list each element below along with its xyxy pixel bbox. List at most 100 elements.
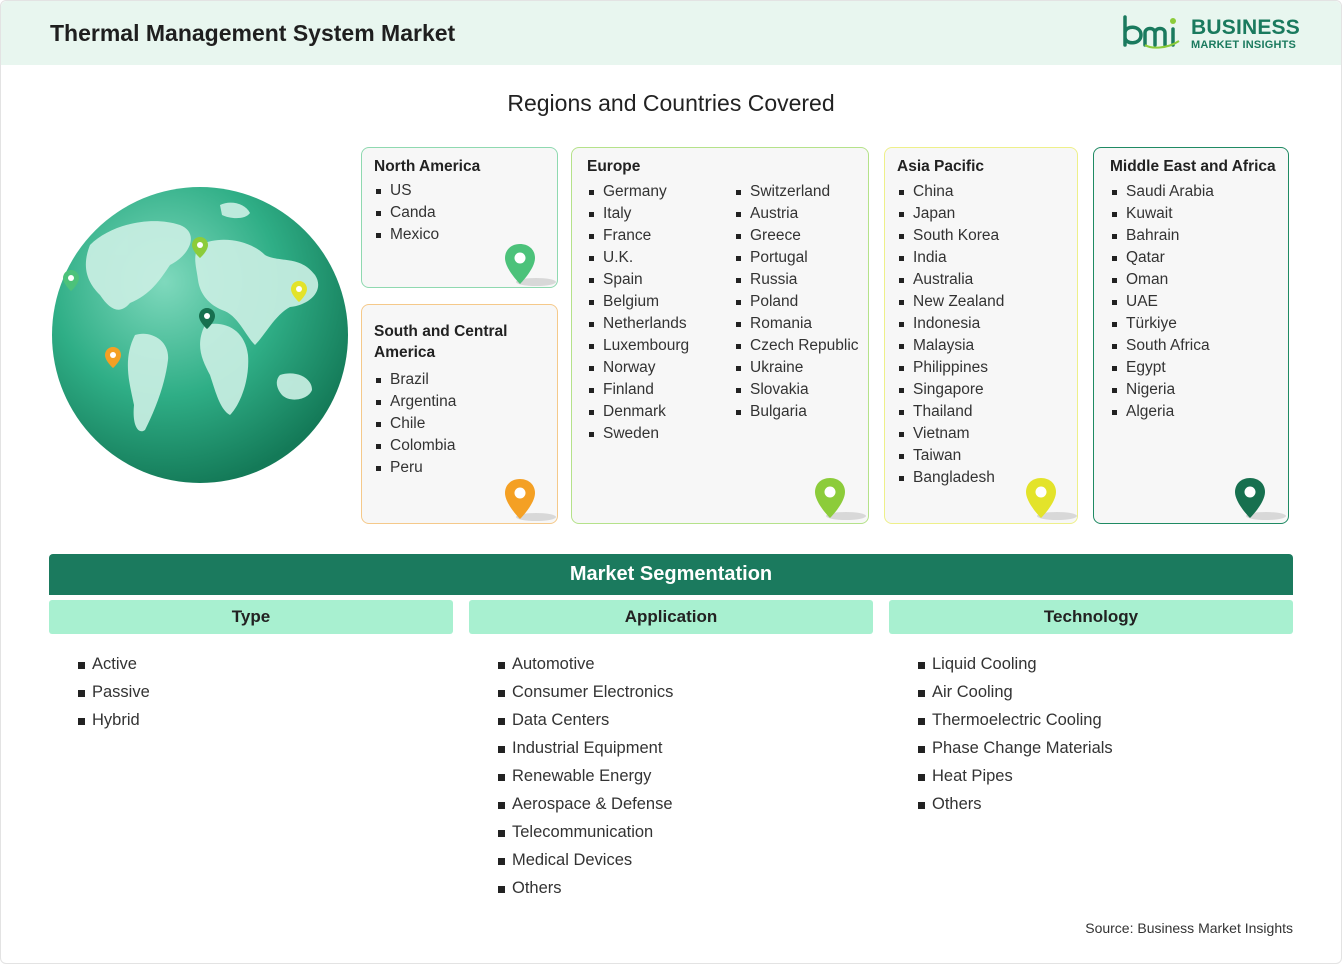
list-item: China — [897, 181, 1004, 203]
list-item: South Africa — [1110, 335, 1214, 357]
list-item: Singapore — [897, 379, 1004, 401]
list-item: Chile — [374, 413, 456, 435]
list-item: Ukraine — [734, 357, 859, 379]
list-item: Switzerland — [734, 181, 859, 203]
list-item: Air Cooling — [918, 678, 1113, 706]
list-item: Aerospace & Defense — [498, 790, 673, 818]
list-item: Industrial Equipment — [498, 734, 673, 762]
list-item: Philippines — [897, 357, 1004, 379]
list-item: Algeria — [1110, 401, 1214, 423]
list-item: India — [897, 247, 1004, 269]
segment-list-technology: Liquid Cooling Air Cooling Thermoelectric … — [918, 650, 1113, 818]
region-card-europe: Europe Germany Italy France U.K. Spain Belgiu… — [571, 147, 869, 524]
list-item: Malaysia — [897, 335, 1004, 357]
list-item: Heat Pipes — [918, 762, 1113, 790]
list-item: Liquid Cooling — [918, 650, 1113, 678]
list-item: U.K. — [587, 247, 689, 269]
country-list: Saudi Arabia Kuwait Bahrain Qatar Oman UAE Tür… — [1110, 181, 1214, 423]
list-item: Qatar — [1110, 247, 1214, 269]
list-item: Netherlands — [587, 313, 689, 335]
list-item: Bulgaria — [734, 401, 859, 423]
list-item: Thailand — [897, 401, 1004, 423]
list-item: Thermoelectric Cooling — [918, 706, 1113, 734]
list-item: Czech Republic — [734, 335, 859, 357]
list-item: Colombia — [374, 435, 456, 457]
list-item: Greece — [734, 225, 859, 247]
list-item: Peru — [374, 457, 456, 479]
list-item: Others — [918, 790, 1113, 818]
logo-text-business: BUSINESS — [1191, 16, 1300, 39]
list-item: Mexico — [374, 224, 439, 246]
segment-list-application: Automotive Consumer Electronics Data Cente… — [498, 650, 673, 902]
list-item: Japan — [897, 203, 1004, 225]
list-item: Russia — [734, 269, 859, 291]
list-item: Slovakia — [734, 379, 859, 401]
list-item: Medical Devices — [498, 846, 673, 874]
list-item: Saudi Arabia — [1110, 181, 1214, 203]
list-item: UAE — [1110, 291, 1214, 313]
list-item: Indonesia — [897, 313, 1004, 335]
region-card-middle-east-africa: Middle East and Africa Saudi Arabia Kuwai… — [1093, 147, 1289, 524]
list-item: Bangladesh — [897, 467, 1004, 489]
list-item: South Korea — [897, 225, 1004, 247]
list-item: Brazil — [374, 369, 456, 391]
list-item: Phase Change Materials — [918, 734, 1113, 762]
region-title: Europe — [587, 158, 641, 175]
regions-title: Regions and Countries Covered — [507, 90, 835, 116]
list-item: Canda — [374, 202, 439, 224]
map-pin-icon — [815, 478, 866, 520]
list-item: Poland — [734, 291, 859, 313]
country-list: China Japan South Korea India Australia New Z… — [897, 181, 1004, 489]
list-item: Others — [498, 874, 673, 902]
country-list-col2: Switzerland Austria Greece Portugal Russia Po… — [734, 181, 859, 423]
list-item: Australia — [897, 269, 1004, 291]
bmi-logo: BUSINESS MARKET INSIGHTS — [1121, 15, 1301, 55]
list-item: Türkiye — [1110, 313, 1214, 335]
list-item: Telecommunication — [498, 818, 673, 846]
list-item: Argentina — [374, 391, 456, 413]
header-bar: Thermal Management System Market BUSINES… — [1, 1, 1341, 65]
page-title: Thermal Management System Market — [50, 20, 456, 46]
list-item: Sweden — [587, 423, 689, 445]
list-item: US — [374, 180, 439, 202]
source-note: Source: Business Market Insights — [1085, 920, 1293, 936]
region-title: Asia Pacific — [897, 158, 985, 175]
list-item: Taiwan — [897, 445, 1004, 467]
list-item: Passive — [78, 678, 150, 706]
list-item: Finland — [587, 379, 689, 401]
logo-text-market-insights: MARKET INSIGHTS — [1191, 39, 1297, 51]
segmentation-title-bar: Market Segmentation — [49, 554, 1293, 595]
list-item: France — [587, 225, 689, 247]
globe-illustration — [52, 187, 348, 483]
list-item: Luxembourg — [587, 335, 689, 357]
list-item: Nigeria — [1110, 379, 1214, 401]
list-item: Romania — [734, 313, 859, 335]
list-item: Norway — [587, 357, 689, 379]
bmi-logo-icon — [1123, 15, 1180, 49]
list-item: Automotive — [498, 650, 673, 678]
country-list: Brazil Argentina Chile Colombia Peru — [374, 369, 456, 479]
list-item: Renewable Energy — [498, 762, 673, 790]
region-card-south-central-america: South and Central America Brazil Argentin… — [361, 304, 558, 524]
list-item: Spain — [587, 269, 689, 291]
region-title: Middle East and Africa — [1110, 158, 1276, 175]
list-item: Vietnam — [897, 423, 1004, 445]
list-item: Denmark — [587, 401, 689, 423]
segment-heading-technology: Technology — [889, 600, 1293, 634]
list-item: Portugal — [734, 247, 859, 269]
region-card-north-america: North America US Canda Mexico — [361, 147, 558, 288]
list-item: Bahrain — [1110, 225, 1214, 247]
list-item: Hybrid — [78, 706, 150, 734]
list-item: Consumer Electronics — [498, 678, 673, 706]
segment-heading-type: Type — [49, 600, 453, 634]
region-title: North America — [374, 158, 481, 175]
country-list-col1: Germany Italy France U.K. Spain Belgium Nether… — [587, 181, 689, 445]
segment-list-type: Active Passive Hybrid — [78, 650, 150, 734]
list-item: Oman — [1110, 269, 1214, 291]
region-card-asia-pacific: Asia Pacific China Japan South Korea India A… — [884, 147, 1078, 524]
map-pin-icon — [505, 244, 556, 286]
segment-heading-application: Application — [469, 600, 873, 634]
list-item: Austria — [734, 203, 859, 225]
list-item: Germany — [587, 181, 689, 203]
list-item: Data Centers — [498, 706, 673, 734]
